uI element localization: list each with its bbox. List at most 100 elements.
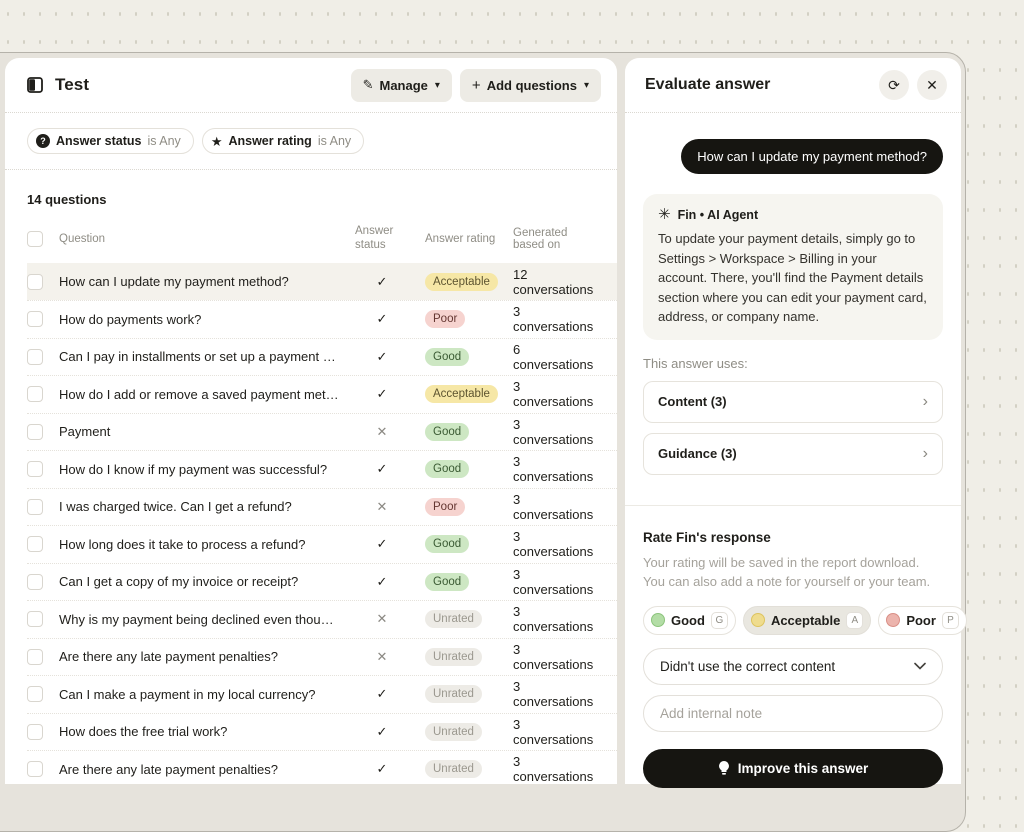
rating-badge: Poor [425,310,465,328]
row-checkbox[interactable] [27,424,43,440]
table-row[interactable]: How long does it take to process a refun… [27,525,617,563]
x-icon: ✕ [355,611,409,627]
rating-option-label: Poor [906,613,936,628]
table-row[interactable]: How can I update my payment method? ✓ Acce… [27,263,617,301]
filter-bar: ?Answer statusis Any ★Answer ratingis Any [5,113,617,170]
row-checkbox[interactable] [27,574,43,590]
column-header-question: Question [59,233,339,245]
question-cell: How long does it take to process a refun… [59,537,339,552]
row-checkbox[interactable] [27,611,43,627]
question-cell: Why is my payment being declined even th… [59,612,339,627]
table-row[interactable]: Are there any late payment penalties?✕Un… [27,638,617,676]
test-panel-header: Test ✎ Manage ▾ + Add questions ▾ [5,58,617,113]
rating-badge: Unrated [425,610,482,628]
section-divider [625,505,961,506]
question-cell: How can I update my payment method? [59,274,339,289]
row-checkbox[interactable] [27,311,43,327]
filter-chip-answer-status[interactable]: ?Answer statusis Any [27,128,194,154]
close-button[interactable]: ✕ [917,70,947,100]
rating-badge: Good [425,348,469,366]
row-checkbox[interactable] [27,499,43,515]
rating-option-good[interactable]: GoodG [643,606,736,635]
rate-response-description: Your rating will be saved in the report … [643,553,943,592]
rating-reason-select[interactable]: Didn't use the correct content [643,648,943,685]
refresh-button[interactable]: ⟳ [879,70,909,100]
check-icon: ✓ [355,311,409,327]
row-checkbox[interactable] [27,649,43,665]
question-cell: How does the free trial work? [59,724,339,739]
table-row[interactable]: Payment✕Good3 conversations [27,413,617,451]
rating-option-acceptable[interactable]: AcceptableA [743,606,871,635]
table-row[interactable]: Can I make a payment in my local currenc… [27,675,617,713]
x-icon: ✕ [355,499,409,515]
table-row[interactable]: Can I pay in installments or set up a pa… [27,338,617,376]
filter-condition: is Any [147,134,180,148]
internal-note-field[interactable] [643,695,943,732]
row-checkbox[interactable] [27,536,43,552]
row-checkbox[interactable] [27,274,43,290]
row-checkbox[interactable] [27,461,43,477]
table-row[interactable]: Why is my payment being declined even th… [27,600,617,638]
generated-cell: 3 conversations [513,754,601,784]
table-row[interactable]: Can I get a copy of my invoice or receip… [27,563,617,601]
row-checkbox[interactable] [27,386,43,402]
generated-cell: 12 conversations [513,267,601,297]
improve-answer-button[interactable]: Improve this answer [643,749,943,788]
rating-option-label: Acceptable [771,613,840,628]
guidance-sources-label: Guidance (3) [658,446,737,461]
check-icon: ✓ [355,686,409,702]
generated-cell: 3 conversations [513,379,601,409]
column-header-answer-rating: Answer rating [425,233,497,245]
generated-cell: 3 conversations [513,717,601,747]
manage-button-label: Manage [379,78,427,93]
question-count: 14 questions [27,192,617,207]
rating-option-label: Good [671,613,705,628]
check-icon: ✓ [355,274,409,290]
check-icon: ✓ [355,349,409,365]
table-row[interactable]: How do I know if my payment was successf… [27,450,617,488]
evaluate-panel-header: Evaluate answer ⟳ ✕ [625,58,961,113]
rating-badge: Good [425,423,469,441]
check-icon: ✓ [355,536,409,552]
generated-cell: 3 conversations [513,642,601,672]
table-row[interactable]: I was charged twice. Can I get a refund?… [27,488,617,526]
table-row[interactable]: Are there any late payment penalties?✓Un… [27,750,617,788]
chevron-right-icon: › [923,394,928,410]
generated-cell: 3 conversations [513,304,601,334]
row-checkbox[interactable] [27,349,43,365]
refresh-icon: ⟳ [888,77,900,94]
star-icon: ★ [211,135,223,148]
generated-cell: 6 conversations [513,342,601,372]
chevron-down-icon: ▾ [435,80,440,91]
filter-chip-answer-rating[interactable]: ★Answer ratingis Any [202,128,364,154]
rating-badge: Acceptable [425,273,498,291]
evaluate-answer-panel: Evaluate answer ⟳ ✕ How can I update my … [625,58,961,784]
check-icon: ✓ [355,461,409,477]
select-all-checkbox[interactable] [27,231,43,247]
check-icon: ✓ [355,386,409,402]
improve-answer-label: Improve this answer [738,761,869,776]
rating-badge: Good [425,460,469,478]
filter-condition: is Any [318,134,351,148]
question-cell: How do payments work? [59,312,339,327]
chevron-down-icon: ▾ [584,80,589,91]
row-checkbox[interactable] [27,724,43,740]
rating-option-poor[interactable]: Poor P [878,606,967,635]
generated-cell: 3 conversations [513,529,601,559]
row-checkbox[interactable] [27,761,43,777]
table-header: Question Answer status Answer rating Gen… [27,225,617,263]
internal-note-input[interactable] [660,706,926,721]
table-row[interactable]: How do I add or remove a saved payment m… [27,375,617,413]
chevron-right-icon: › [923,446,928,462]
row-checkbox[interactable] [27,686,43,702]
generated-cell: 3 conversations [513,604,601,634]
table-row[interactable]: How do payments work? ✓ Poor 3 conversation… [27,300,617,338]
guidance-sources-expander[interactable]: Guidance (3) › [643,433,943,475]
test-questions-panel: Test ✎ Manage ▾ + Add questions ▾ ?Answe… [5,58,617,784]
check-icon: ✓ [355,724,409,740]
shortcut-key-badge: P [942,612,959,629]
content-sources-expander[interactable]: Content (3) › [643,381,943,423]
manage-button[interactable]: ✎ Manage ▾ [351,69,452,102]
add-questions-button[interactable]: + Add questions ▾ [460,69,601,102]
table-row[interactable]: How does the free trial work?✓Unrated3 c… [27,713,617,751]
